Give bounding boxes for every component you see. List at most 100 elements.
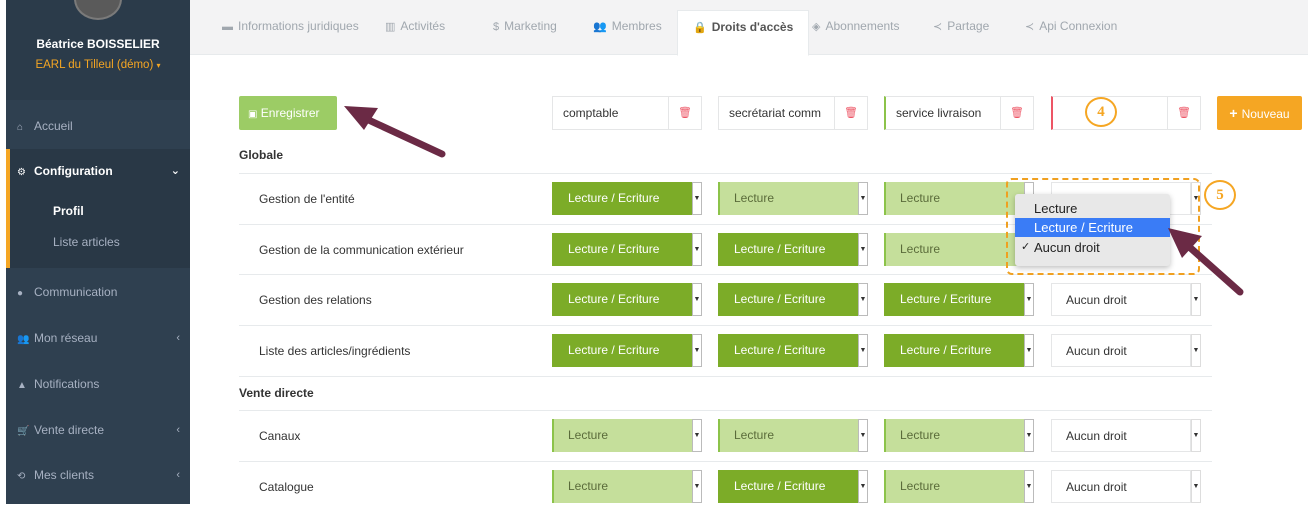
avatar[interactable] <box>74 0 122 20</box>
lock-icon: 🔒 <box>693 22 707 34</box>
permission-select[interactable]: Lecture / Ecriture ▼ <box>884 334 1034 367</box>
users-icon: 👥 <box>17 334 30 345</box>
comments-icon: ● <box>17 288 24 299</box>
main-content: ▬ Informations juridiques ▥ Activités $ Mar… <box>190 0 1308 504</box>
row-label: Liste des articles/ingrédients <box>259 344 411 358</box>
trash-icon[interactable]: 🗑 <box>1167 97 1200 129</box>
sidebar-item-configuration[interactable]: ⚙ Configuration ⌄ <box>6 149 190 193</box>
permission-select[interactable]: Lecture▼ <box>552 470 702 503</box>
permission-select[interactable]: Lecture / Ecriture ▼ <box>552 233 702 266</box>
tab-informations-juridiques[interactable]: ▬ Informations juridiques <box>222 19 359 33</box>
trash-icon[interactable]: 🗑 <box>834 97 867 129</box>
permission-select[interactable]: Aucun droit▼ <box>1051 470 1201 503</box>
role-field-new[interactable]: 🗑 <box>1051 96 1201 130</box>
share-icon: ≺ <box>1025 21 1035 33</box>
permission-select[interactable]: Lecture / Ecriture ▼ <box>552 182 702 215</box>
permission-select[interactable]: Lecture▼ <box>718 419 868 452</box>
section-title-vente-directe: Vente directe <box>239 386 314 400</box>
tab-api-connexion[interactable]: ≺ Api Connexion <box>1025 19 1117 33</box>
tab-activites[interactable]: ▥ Activités <box>385 19 445 33</box>
permission-select[interactable]: Lecture / Ecriture ▼ <box>718 283 868 316</box>
sidebar-item-label: Notifications <box>34 377 100 391</box>
select-value: Lecture <box>718 419 858 452</box>
save-button[interactable]: ▣ Enregistrer <box>239 96 337 130</box>
permission-select[interactable]: Lecture / Ecriture ▼ <box>552 334 702 367</box>
tab-partage[interactable]: ≺ Partage <box>933 19 989 33</box>
org-selector[interactable]: EARL du Tilleul (démo) ▾ <box>6 59 190 71</box>
profile-header: Béatrice BOISSELIER EARL du Tilleul (dém… <box>6 0 190 100</box>
tab-droits-acces[interactable]: 🔒 Droits d'accès <box>677 10 810 56</box>
caret-down-icon: ▼ <box>1024 334 1034 367</box>
caret-down-icon: ▼ <box>1191 470 1201 503</box>
select-value: Lecture <box>884 419 1024 452</box>
row-label: Gestion de la communication extérieur <box>259 243 464 257</box>
role-name[interactable]: service livraison <box>896 106 981 120</box>
select-value: Lecture / Ecriture <box>718 334 858 367</box>
permission-select[interactable]: Aucun droit▼ <box>1051 419 1201 452</box>
select-value: Lecture <box>884 182 1024 215</box>
caret-down-icon: ▼ <box>1191 334 1201 367</box>
permission-select[interactable]: Lecture / Ecriture ▼ <box>884 283 1034 316</box>
cart-icon: 🛒 <box>17 426 30 437</box>
caret-down-icon: ▼ <box>692 419 702 452</box>
tab-label: Activités <box>400 19 446 33</box>
sidebar-item-vente-directe[interactable]: 🛒 Vente directe ‹ <box>6 408 190 452</box>
sidebar: Béatrice BOISSELIER EARL du Tilleul (dém… <box>6 0 190 504</box>
role-field-secretariat[interactable]: secrétariat comm 🗑 <box>718 96 868 130</box>
app-window: Béatrice BOISSELIER EARL du Tilleul (dém… <box>0 0 1314 509</box>
sidebar-item-label: Communication <box>34 285 118 299</box>
sidebar-item-label: Mon réseau <box>34 331 98 345</box>
sidebar-item-mes-clients[interactable]: ⟲ Mes clients ‹ <box>6 453 190 497</box>
tab-abonnements[interactable]: ◈ Abonnements <box>812 19 900 33</box>
sidebar-item-accueil[interactable]: ⌂ Accueil <box>6 104 190 148</box>
permission-select[interactable]: Lecture / Ecriture ▼ <box>718 233 868 266</box>
caret-down-icon: ▼ <box>692 283 702 316</box>
tab-marketing[interactable]: $ Marketing <box>493 19 557 33</box>
permission-select[interactable]: Lecture / Ecriture ▼ <box>718 334 868 367</box>
role-field-service-livraison[interactable]: service livraison 🗑 <box>884 96 1034 130</box>
select-value: Lecture / Ecriture <box>552 283 692 316</box>
select-value: Aucun droit <box>1051 470 1191 503</box>
caret-down-icon: ▼ <box>858 334 868 367</box>
caret-down-icon: ▼ <box>692 470 702 503</box>
new-role-button[interactable]: + Nouveau <box>1217 96 1302 130</box>
select-value: Lecture / Ecriture <box>718 470 858 503</box>
select-value: Lecture <box>552 419 692 452</box>
permission-select[interactable]: Aucun droit▼ <box>1051 334 1201 367</box>
caret-down-icon: ▼ <box>1024 470 1034 503</box>
permission-select[interactable]: Lecture▼ <box>718 182 868 215</box>
submenu-configuration: Profil Liste articles <box>6 193 190 268</box>
row-label: Gestion des relations <box>259 293 372 307</box>
permission-select[interactable]: Lecture▼ <box>884 419 1034 452</box>
caret-down-icon: ▼ <box>858 233 868 266</box>
permission-select[interactable]: Lecture▼ <box>884 470 1034 503</box>
select-value: Lecture / Ecriture <box>718 283 858 316</box>
permission-select[interactable]: Lecture▼ <box>552 419 702 452</box>
chevron-left-icon: ‹ <box>176 424 180 436</box>
permission-select[interactable]: Lecture / Ecriture ▼ <box>552 283 702 316</box>
tab-label: Membres <box>611 19 662 33</box>
permission-select[interactable]: Lecture / Ecriture ▼ <box>718 470 868 503</box>
cogs-icon: ⚙ <box>17 167 26 178</box>
select-value: Lecture <box>884 470 1024 503</box>
row-label: Canaux <box>259 429 301 443</box>
sidebar-item-mon-reseau[interactable]: 👥 Mon réseau ‹ <box>6 316 190 360</box>
sidebar-item-label: Mes clients <box>34 468 95 482</box>
sidebar-item-notifications[interactable]: ▲ Notifications <box>6 362 190 406</box>
role-field-comptable[interactable]: comptable 🗑 <box>552 96 702 130</box>
select-value: Aucun droit <box>1051 419 1191 452</box>
caret-down-icon: ▼ <box>692 334 702 367</box>
caret-down-icon: ▼ <box>858 470 868 503</box>
role-name[interactable]: comptable <box>563 106 618 120</box>
role-name[interactable]: secrétariat comm <box>729 106 834 120</box>
users-icon: 👥 <box>593 21 607 33</box>
tab-membres[interactable]: 👥 Membres <box>593 19 662 33</box>
subnav-item-liste-articles[interactable]: Liste articles <box>53 235 120 249</box>
subnav-item-profil[interactable]: Profil <box>53 204 84 218</box>
sidebar-item-communication[interactable]: ● Communication <box>6 270 190 314</box>
row-label: Gestion de l'entité <box>259 192 355 206</box>
tab-bar: ▬ Informations juridiques ▥ Activités $ Mar… <box>190 0 1308 56</box>
folder-icon: ▬ <box>222 21 233 33</box>
trash-icon[interactable]: 🗑 <box>1000 97 1033 129</box>
trash-icon[interactable]: 🗑 <box>668 97 701 129</box>
